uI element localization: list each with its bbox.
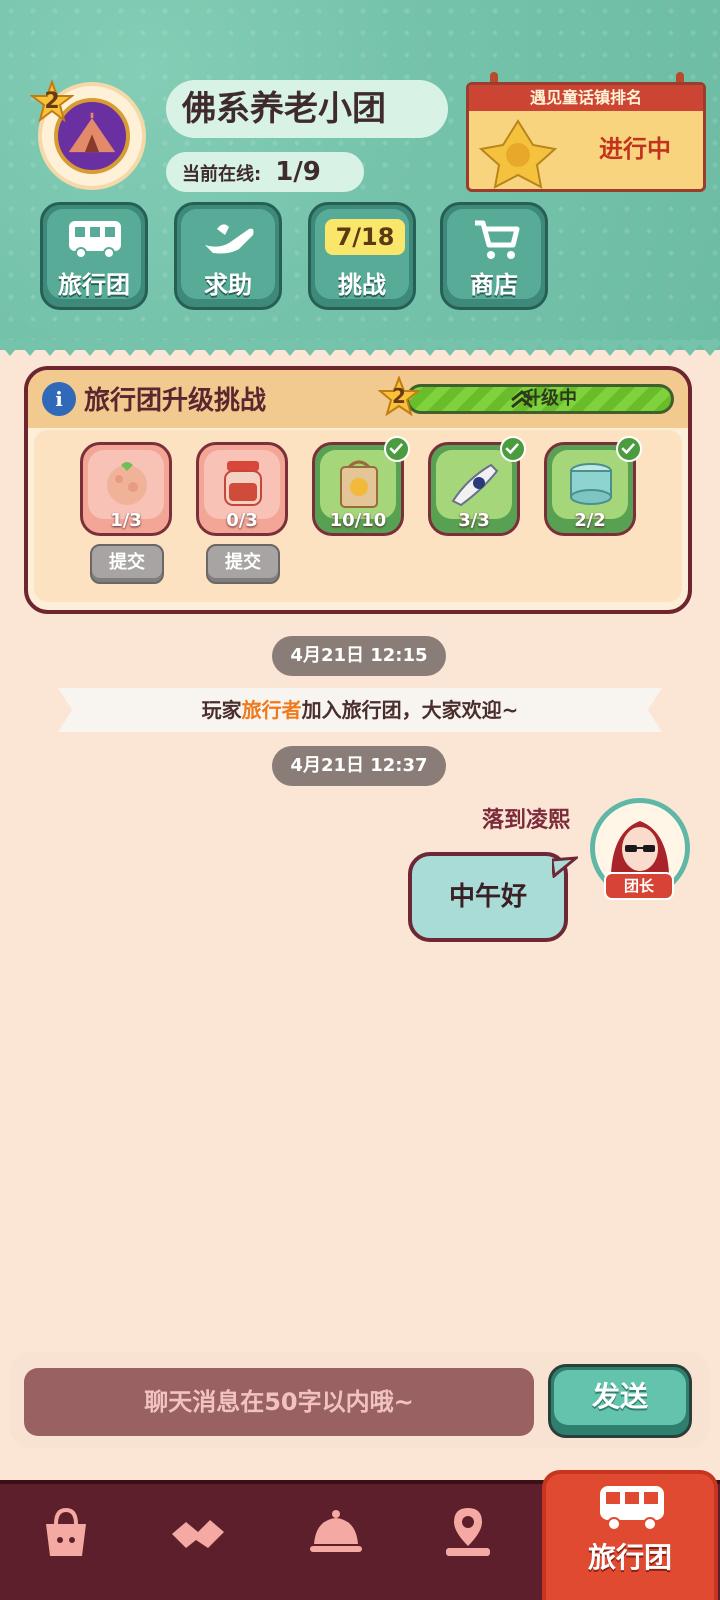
fish-ball-icon [107, 462, 147, 505]
online-count: 当前在线: 1/9 [166, 152, 364, 192]
nav-shop-label: 商店 [470, 271, 518, 299]
bus-icon [69, 221, 121, 259]
item-count: 2/2 [574, 510, 606, 531]
nav-help-label: 求助 [204, 271, 252, 299]
team-level: 2 [44, 89, 60, 114]
challenge-badge: 7/18 [325, 219, 405, 255]
team-name: 佛系养老小团 [166, 80, 448, 138]
nav-team-label: 旅行团 [58, 271, 130, 299]
zigzag-divider [0, 340, 720, 356]
ranking-status: 进行中 [599, 135, 671, 163]
nav-help-button[interactable]: 求助 [174, 202, 282, 310]
fish-icon [451, 463, 499, 507]
trophy-icon [478, 119, 558, 189]
check-icon [616, 436, 642, 462]
jam-jar-icon [224, 461, 262, 506]
system-message: 玩家旅行者加入旅行团，大家欢迎~ [58, 684, 662, 736]
send-label: 发送 [554, 1370, 686, 1425]
cart-icon [475, 220, 520, 259]
check-icon [500, 436, 526, 462]
map-pin-icon [446, 1508, 490, 1556]
challenge-item-jam-jar[interactable]: 0/3 [196, 442, 288, 536]
challenge-item-fish-ball[interactable]: 1/3 [80, 442, 172, 536]
tab-map[interactable] [428, 1500, 508, 1570]
hand-icon [205, 224, 254, 254]
system-suffix: 加入旅行团，大家欢迎~ [301, 698, 519, 722]
challenge-level: 2 [392, 384, 406, 408]
send-button[interactable]: 发送 [548, 1364, 692, 1438]
message-sender: 落到凌熙 [481, 808, 570, 833]
online-label: 当前在线: [182, 164, 262, 185]
online-value: 1/9 [275, 157, 321, 187]
tab-bag[interactable] [26, 1500, 106, 1570]
system-player-name[interactable]: 旅行者 [242, 698, 302, 722]
item-count: 10/10 [329, 510, 387, 531]
ranking-card[interactable]: 遇见童话镇排名 进行中 [466, 82, 706, 192]
handshake-icon [172, 1520, 224, 1548]
cream-jar-icon [570, 463, 612, 505]
service-bell-icon [310, 1510, 362, 1552]
chat-timestamp: 4月21日 12:37 [272, 746, 446, 786]
chat-input[interactable]: 聊天消息在50字以内哦~ [24, 1368, 534, 1436]
submit-button[interactable]: 提交 [206, 544, 280, 584]
bag-icon [46, 1507, 86, 1556]
tab-friends[interactable] [158, 1500, 238, 1570]
tab-team[interactable]: 旅行团 [542, 1470, 718, 1600]
nav-challenge-button[interactable]: 7/18 挑战 [308, 202, 416, 310]
paper-bag-icon [340, 460, 378, 508]
bubble-tail [552, 856, 578, 878]
chat-bubble[interactable]: 中午好 [408, 852, 568, 942]
upgrade-progress-bar: 升级中 [406, 384, 674, 414]
nav-shop-button[interactable]: 商店 [440, 202, 548, 310]
ranking-title: 遇见童话镇排名 [469, 85, 703, 111]
nav-team-button[interactable]: 旅行团 [40, 202, 148, 310]
item-count: 0/3 [226, 510, 258, 531]
nav-challenge-label: 挑战 [338, 271, 386, 299]
check-icon [384, 436, 410, 462]
chat-timestamp: 4月21日 12:15 [272, 636, 446, 676]
tab-service[interactable] [296, 1500, 376, 1570]
item-count: 3/3 [458, 510, 490, 531]
info-icon[interactable]: i [42, 382, 76, 416]
item-count: 1/3 [110, 510, 142, 531]
bus-icon [600, 1486, 664, 1531]
panel-title: 旅行团升级挑战 [84, 386, 267, 416]
progress-label: 升级中 [523, 388, 577, 409]
leader-badge: 团长 [604, 872, 674, 900]
tab-team-label: 旅行团 [587, 1541, 672, 1574]
system-prefix: 玩家 [201, 698, 242, 722]
submit-button[interactable]: 提交 [90, 544, 164, 584]
